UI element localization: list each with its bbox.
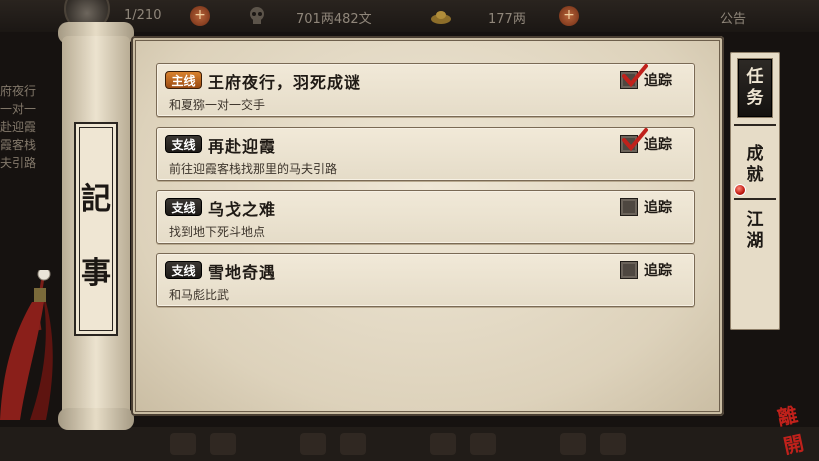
tab-tasks[interactable]: 任务 [738, 59, 772, 117]
plus-icon[interactable]: + [559, 6, 579, 26]
quest-tag-side: 支线 [165, 261, 202, 279]
tab-divider [734, 198, 776, 200]
tassel-decoration [0, 270, 53, 420]
track-label: 追踪 [644, 73, 672, 89]
track-label: 追踪 [644, 137, 672, 153]
tab-achievements[interactable]: 成就 [730, 144, 780, 186]
gold-text: 177两 [488, 12, 526, 27]
quest-desc: 和马彪比武 [169, 288, 230, 302]
quest-tag-side: 支线 [165, 198, 202, 216]
quest-title: 再赴迎霞 [208, 137, 277, 156]
track-toggle[interactable]: 追踪 [620, 197, 684, 217]
money-text: 701两482文 [296, 12, 372, 27]
track-label: 追踪 [644, 263, 672, 279]
quest-tag-side: 支线 [165, 135, 202, 153]
scroll-title-char: 事 [81, 256, 111, 291]
quest-row[interactable]: 支线 再赴迎霞 前往迎霞客栈找那里的马夫引路 追踪 [156, 127, 695, 181]
track-label: 追踪 [644, 200, 672, 216]
track-toggle[interactable]: 追踪 [620, 64, 684, 90]
quest-row[interactable]: 支线 乌戈之难 找到地下死斗地点 追踪 [156, 190, 695, 244]
quest-row[interactable]: 支线 雪地奇遇 和马彪比武 追踪 [156, 253, 695, 307]
ingot-icon [431, 11, 451, 24]
quest-title: 乌戈之难 [208, 200, 277, 219]
quest-desc: 找到地下死斗地点 [169, 225, 266, 239]
track-checkbox[interactable] [620, 198, 638, 216]
skull-icon [250, 7, 264, 24]
bottom-bar [0, 427, 819, 461]
track-toggle[interactable]: 追踪 [620, 260, 684, 280]
notice-button[interactable]: 公告 [720, 8, 746, 27]
quest-title: 王府夜行，羽死成谜 [208, 73, 362, 92]
scroll-title-box: 記 事 [74, 122, 118, 336]
quest-row[interactable]: 主线 王府夜行，羽死成谜 和夏猕一对一交手 追踪 [156, 63, 695, 117]
scroll-title-char: 記 [81, 182, 111, 217]
track-toggle[interactable]: 追踪 [620, 128, 684, 154]
quest-desc: 前往迎霞客栈找那里的马夫引路 [169, 162, 338, 176]
tab-divider [734, 124, 776, 126]
red-dot-icon [734, 184, 746, 196]
tab-jianghu[interactable]: 江湖 [730, 210, 780, 252]
quest-desc: 和夏猕一对一交手 [169, 98, 266, 112]
level-text: 1/210 [124, 8, 162, 23]
quest-title: 雪地奇遇 [208, 263, 277, 282]
background-quest-text: 府夜行 一对一 赴迎霞 霞客栈 夫引路 [0, 84, 37, 170]
track-checkbox[interactable] [620, 261, 638, 279]
plus-icon[interactable]: + [190, 6, 210, 26]
quest-tag-main: 主线 [165, 71, 202, 89]
